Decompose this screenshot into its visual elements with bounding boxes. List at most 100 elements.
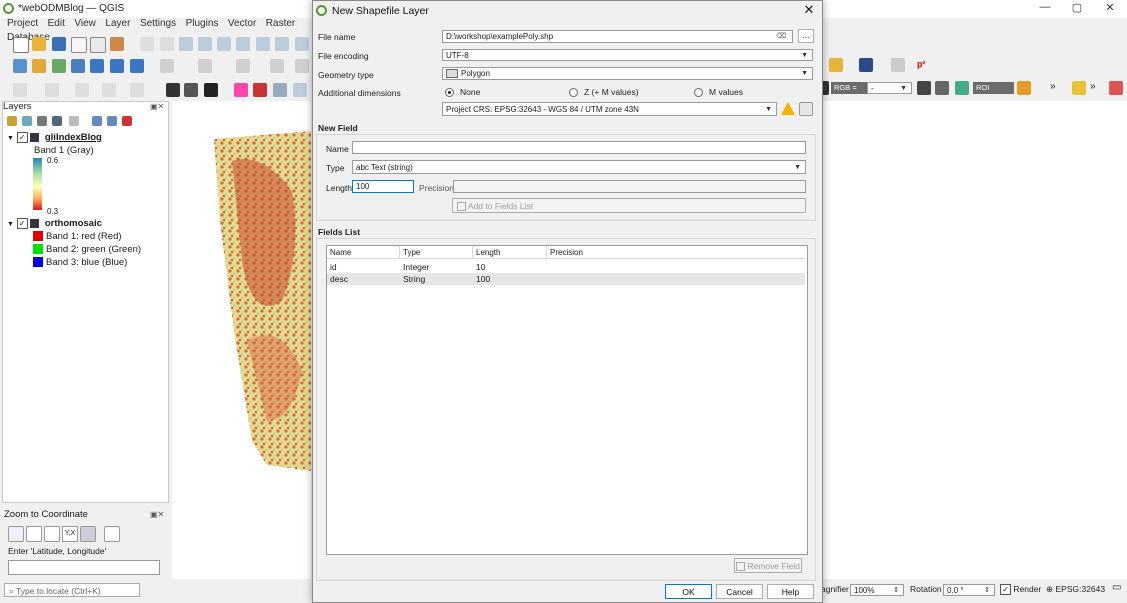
- style-panel-icon[interactable]: [7, 116, 17, 126]
- capture-icon[interactable]: [104, 526, 120, 542]
- roi-tool-icon[interactable]: [1017, 81, 1031, 95]
- save-icon[interactable]: [52, 37, 66, 51]
- select-value-icon[interactable]: [75, 83, 89, 97]
- crs-select[interactable]: Project CRS: EPSG:32643 - WGS 84 / UTM z…: [442, 102, 777, 116]
- edit-pencil-icon[interactable]: [160, 59, 174, 73]
- measure-line-icon[interactable]: [891, 58, 905, 72]
- collapse-arrow-icon[interactable]: ▼: [7, 135, 14, 142]
- collapse-arrow-icon[interactable]: ▼: [7, 221, 14, 228]
- add-wms-icon[interactable]: [110, 59, 124, 73]
- zoom-to-icon[interactable]: [8, 526, 24, 542]
- select-feature-icon[interactable]: [45, 83, 59, 97]
- magnifier-input[interactable]: 100% ⇕: [850, 584, 904, 596]
- plugin-icon[interactable]: [1072, 81, 1086, 95]
- identify-icon[interactable]: [166, 83, 180, 97]
- rgb-combo[interactable]: - ▼: [867, 82, 912, 94]
- table-row[interactable]: id Integer 10: [327, 261, 805, 273]
- add-to-fields-button[interactable]: Add to Fields List: [452, 198, 806, 213]
- zoom-pixel-icon[interactable]: [293, 83, 307, 97]
- render-checkbox[interactable]: ✓: [1000, 584, 1011, 596]
- layer-row-gliindex[interactable]: ▼ ✓ gliIndexBlog: [7, 132, 102, 143]
- open-folder-icon[interactable]: [32, 37, 46, 51]
- menu-settings[interactable]: Settings: [140, 17, 176, 31]
- menu-layer[interactable]: Layer: [105, 17, 130, 31]
- menu-vector[interactable]: Vector: [228, 17, 256, 31]
- precision-input[interactable]: [453, 180, 806, 193]
- field-name-input[interactable]: [352, 141, 806, 154]
- layer-visibility-checkbox[interactable]: ✓: [16, 132, 28, 143]
- zoom-native-icon[interactable]: [275, 37, 289, 51]
- zoom-search-icon[interactable]: [955, 81, 969, 95]
- new-layer-icon[interactable]: [13, 83, 27, 97]
- menu-plugins[interactable]: Plugins: [186, 17, 219, 31]
- copy-icon[interactable]: [26, 526, 42, 542]
- zoom-last-icon[interactable]: [295, 37, 309, 51]
- minimize-button[interactable]: —: [1030, 1, 1060, 17]
- remove-layer-icon[interactable]: [122, 116, 132, 126]
- panel-float-close-icon[interactable]: ▣✕: [150, 510, 164, 519]
- move-feature-icon[interactable]: [270, 59, 284, 73]
- field-type-select[interactable]: abc Text (string) ▼: [352, 160, 806, 174]
- print-layout-icon[interactable]: [90, 37, 106, 53]
- zoom-layer-icon[interactable]: [256, 37, 270, 51]
- zoom-selection-icon[interactable]: [236, 37, 250, 51]
- zoom-full-icon[interactable]: [217, 37, 231, 51]
- p2-label[interactable]: p²: [917, 59, 926, 69]
- column-header-precision[interactable]: Precision: [547, 246, 805, 259]
- column-header-type[interactable]: Type: [400, 246, 473, 259]
- length-input[interactable]: 100: [352, 180, 414, 193]
- layer-row-orthomosaic[interactable]: ▼ ✓ orthomosaic: [7, 218, 102, 229]
- style-manager-icon[interactable]: [110, 37, 124, 51]
- search-map-icon[interactable]: [273, 83, 287, 97]
- add-raster-icon[interactable]: [52, 59, 66, 73]
- encoding-select[interactable]: UTF-8 ▼: [442, 49, 813, 61]
- zoom-in-icon[interactable]: [179, 37, 193, 51]
- attribute-table-icon[interactable]: [184, 83, 198, 97]
- map-canvas[interactable]: [172, 101, 311, 579]
- locator-search-input[interactable]: ⌕ Type to locate (Ctrl+K): [4, 583, 140, 597]
- expand-all-icon[interactable]: [92, 116, 102, 126]
- column-header-length[interactable]: Length: [473, 246, 547, 259]
- add-delimited-icon[interactable]: [71, 59, 85, 73]
- geometry-type-select[interactable]: Polygon ▼: [442, 67, 813, 80]
- coordinate-input[interactable]: [8, 560, 160, 575]
- dialog-close-icon[interactable]: ✕: [799, 2, 819, 20]
- menu-project[interactable]: Project: [7, 17, 38, 31]
- more-tools-icon[interactable]: »: [1050, 81, 1056, 92]
- add-wfs-icon[interactable]: [130, 59, 144, 73]
- map-tips-icon[interactable]: [234, 83, 248, 97]
- settings-dropdown-icon[interactable]: [80, 526, 96, 542]
- rgb-swap-icon[interactable]: [935, 81, 949, 95]
- zoom-out-icon[interactable]: [198, 37, 212, 51]
- add-vector-icon[interactable]: [32, 59, 46, 73]
- crs-selector-globe-icon[interactable]: [799, 102, 813, 116]
- help-button[interactable]: Help: [767, 584, 814, 599]
- messages-icon[interactable]: ▭: [1112, 582, 1121, 593]
- radio-dim-m[interactable]: M values: [694, 87, 743, 98]
- bookmark-icon[interactable]: [253, 83, 267, 97]
- close-window-button[interactable]: ✕: [1095, 1, 1125, 17]
- maximize-button[interactable]: ▢: [1062, 1, 1092, 17]
- filter-expression-icon[interactable]: [69, 116, 79, 126]
- measure-icon[interactable]: [130, 83, 144, 97]
- render-toggle[interactable]: ✓ Render: [1000, 584, 1041, 596]
- clear-icon[interactable]: [44, 526, 60, 542]
- map-canvas-right[interactable]: [821, 101, 1127, 579]
- pan-selection-icon[interactable]: [160, 37, 174, 51]
- rgb-band-icon[interactable]: [917, 81, 931, 95]
- crs-button[interactable]: ⊕ EPSG:32643: [1046, 584, 1105, 595]
- digitize-icon[interactable]: [198, 59, 212, 73]
- folder-icon[interactable]: [829, 58, 843, 72]
- collapse-all-icon[interactable]: [107, 116, 117, 126]
- ok-button[interactable]: OK: [665, 584, 712, 599]
- more-tools-icon[interactable]: »: [1090, 81, 1096, 92]
- add-spatialite-icon[interactable]: [90, 59, 104, 73]
- save-as-icon[interactable]: [71, 37, 87, 53]
- add-group-icon[interactable]: [22, 116, 32, 126]
- panel-float-close-icon[interactable]: ▣✕: [150, 102, 164, 111]
- clear-icon[interactable]: ⌫: [776, 31, 786, 42]
- remove-field-button[interactable]: Remove Field: [734, 558, 802, 573]
- menu-edit[interactable]: Edit: [48, 17, 65, 31]
- browse-button[interactable]: ...: [798, 29, 814, 43]
- help-book-icon[interactable]: [859, 58, 873, 72]
